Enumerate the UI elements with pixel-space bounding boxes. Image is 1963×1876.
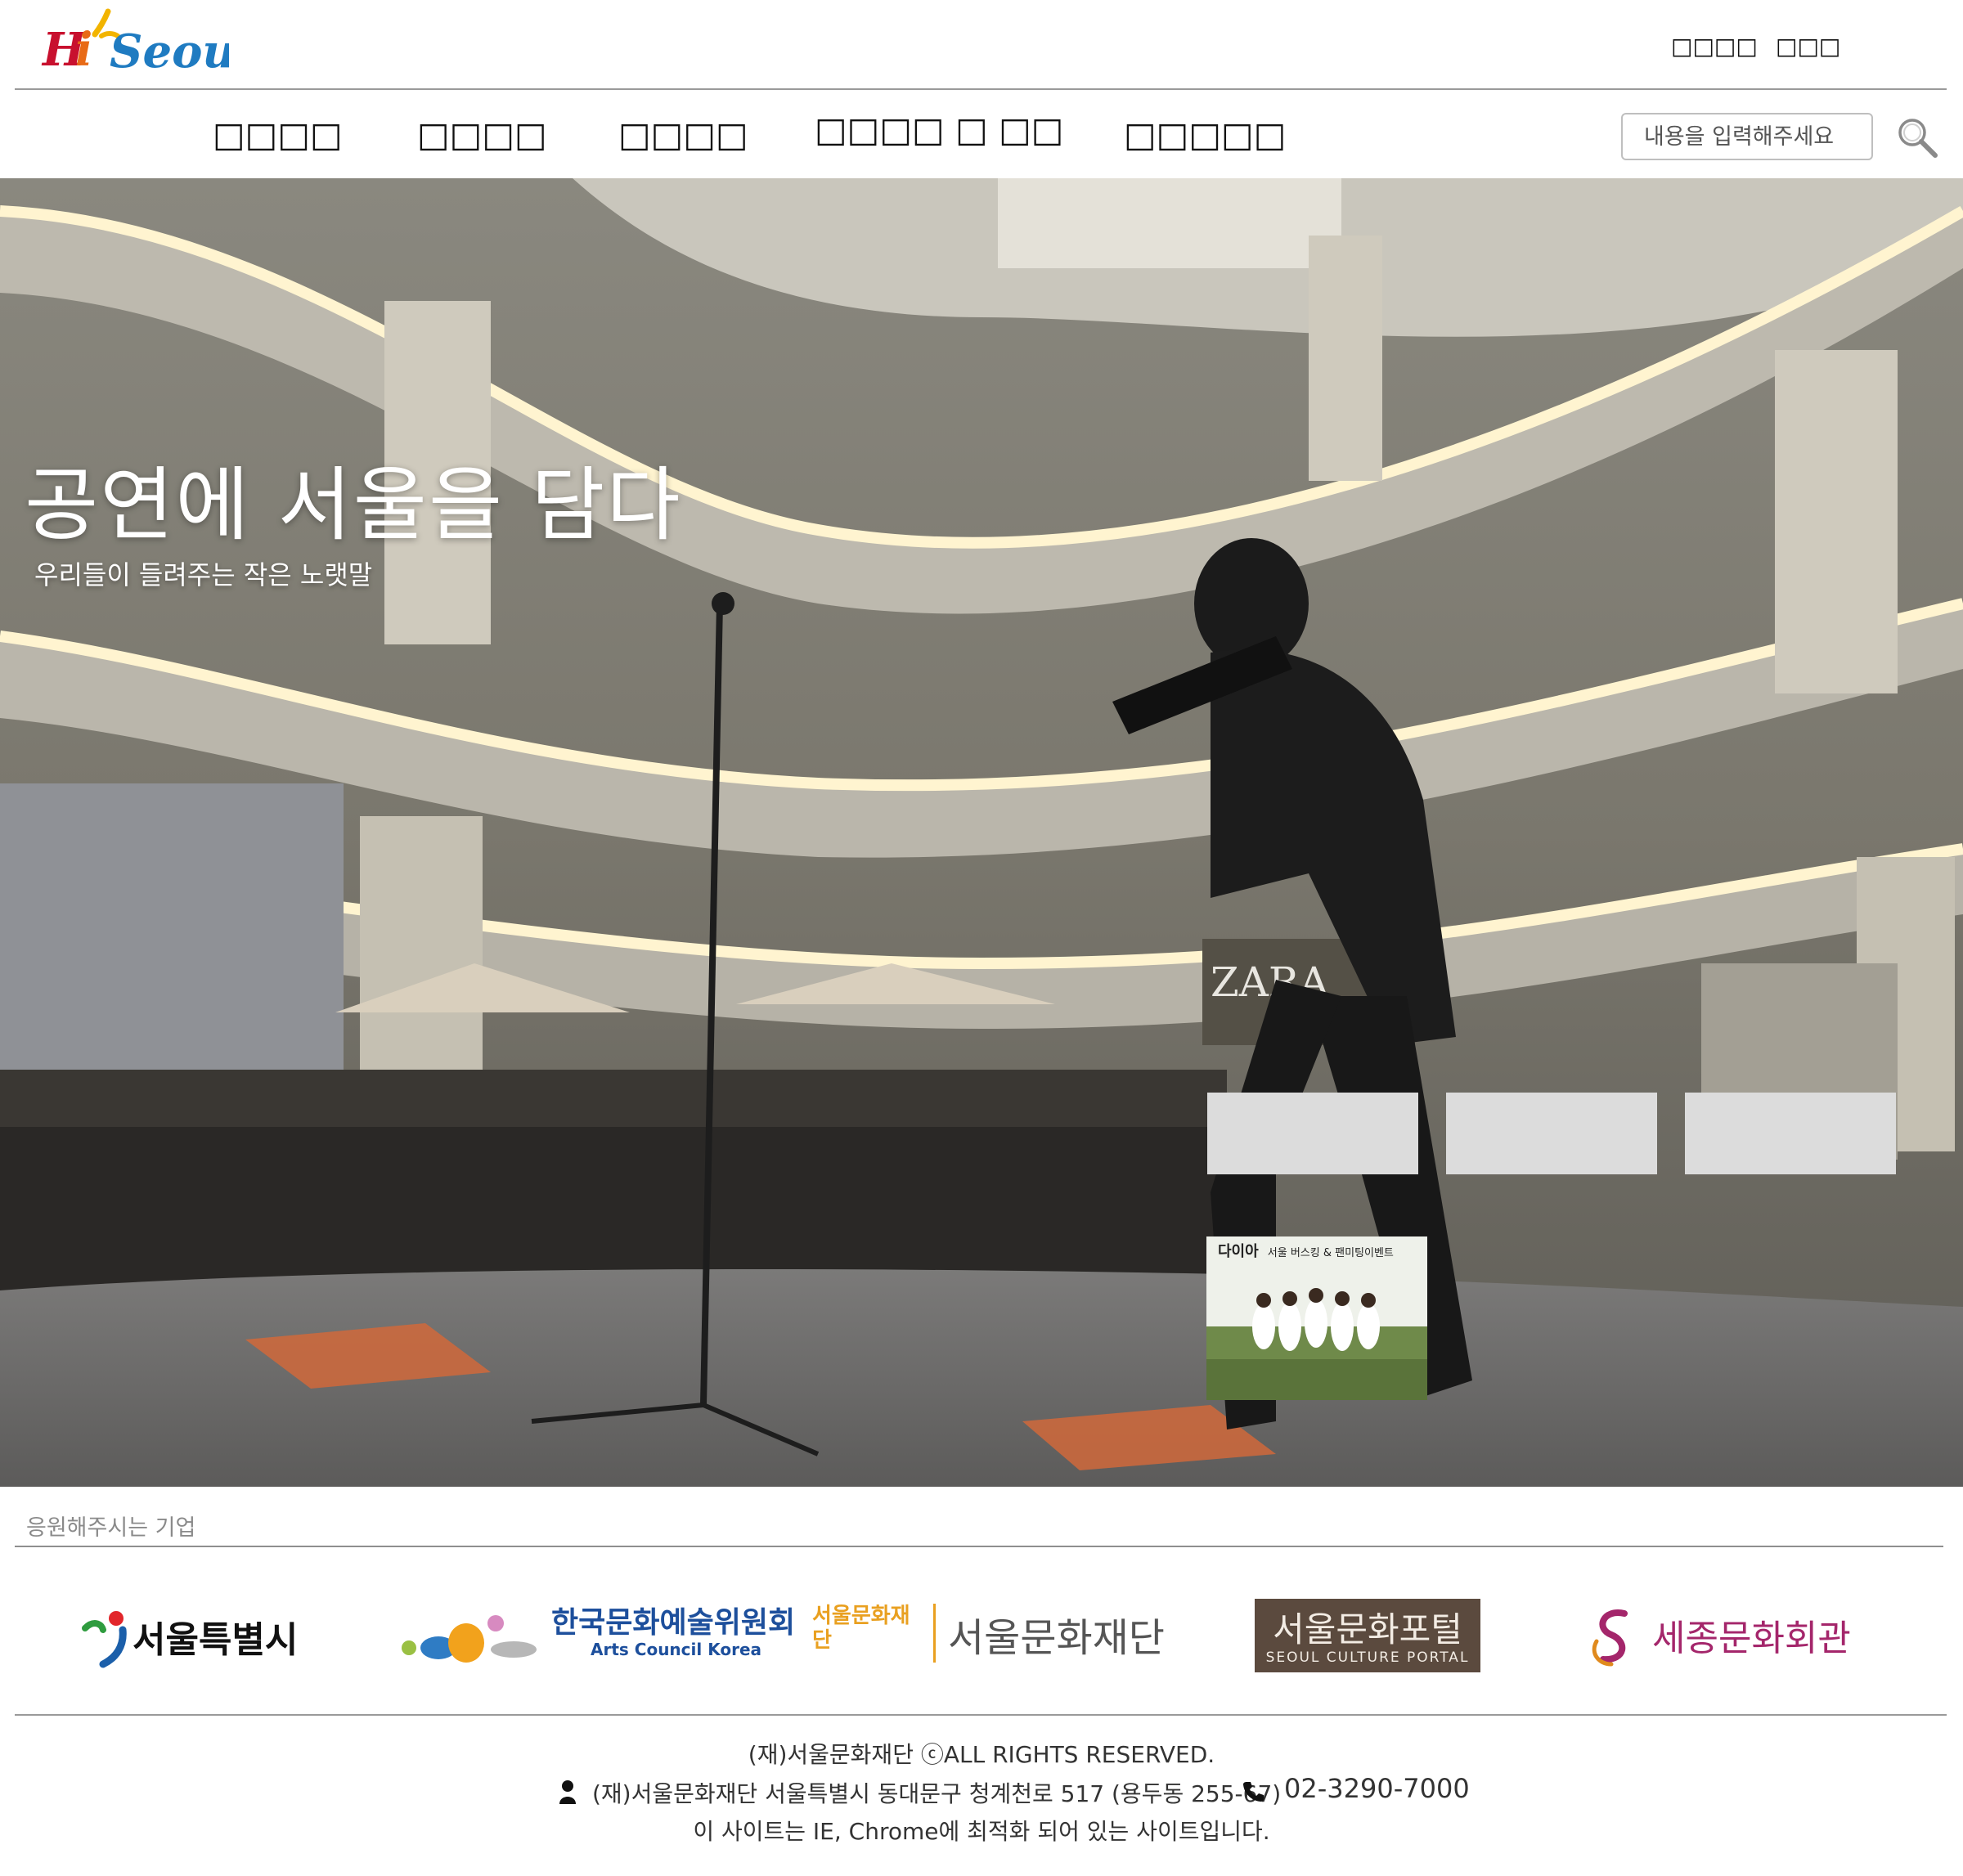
nav-item-4[interactable]: □□□□ □ □□ [815,110,1063,150]
hero-tile-1[interactable] [1207,1093,1418,1174]
seoul-city-emblem-icon [82,1611,127,1668]
sponsor-logo-sejong[interactable]: 세종문화회관 [1587,1599,1865,1672]
nav-item-3[interactable]: □□□□ [618,114,748,155]
arts-council-mark-icon [402,1615,537,1663]
sponsor-logo-arts-council[interactable]: 한국문화예술위원회 Arts Council Korea [399,1599,795,1672]
nav-item-5[interactable]: □□□□□ [1124,114,1286,155]
footer-divider [15,1714,1947,1716]
hero-banner: ZARA 공연에 서울을 담다 우리들이 들려주는 작은 노랫말 다이아 서울 … [0,178,1963,1487]
poster-image [1206,1236,1427,1400]
header-divider [15,88,1947,90]
sponsor-seoul-foundation-mark: 서울문화재단 [812,1604,910,1653]
hi-seoul-logo[interactable]: H i Seoul [41,7,253,80]
sponsor-arts-council-name: 한국문화예술위원회 [551,1606,796,1640]
sponsor-logo-seoul-foundation[interactable]: 서울문화재단 서울문화재단 [812,1599,1172,1672]
sejong-emblem-icon [1592,1609,1628,1667]
hero-subtitle: 우리들이 들려주는 작은 노랫말 [34,559,373,590]
sponsor-divider [15,1546,1943,1547]
event-poster[interactable]: 다이아 서울 버스킹 & 팬미팅이벤트 [1206,1236,1427,1400]
poster-subtitle-text: 서울 버스킹 & 팬미팅이벤트 [1267,1247,1394,1259]
nav-item-2[interactable]: □□□□ [417,114,547,155]
sponsor-separator [933,1604,936,1663]
svg-text:Seoul: Seoul [110,25,229,79]
poster-title-text: 다이아 [1218,1243,1259,1260]
footer-browser-notice: 이 사이트는 IE, Chrome에 최적화 되어 있는 사이트입니다. [693,1818,1270,1845]
footer-copyright: (재)서울문화재단 ⓒALL RIGHTS RESERVED. [748,1741,1215,1768]
footer-phone: 02-3290-7000 [1284,1773,1470,1804]
poster-title: 다이아 서울 버스킹 & 팬미팅이벤트 [1218,1240,1394,1261]
sponsor-culture-portal-sub: SEOUL CULTURE PORTAL [1265,1649,1470,1666]
hero-title: 공연에 서울을 담다 [25,459,682,552]
sponsor-logo-culture-portal[interactable]: 서울문화포털 SEOUL CULTURE PORTAL [1255,1599,1480,1672]
util-link-2[interactable]: □□□ [1776,33,1840,60]
sponsor-logo-seoul-city[interactable]: 서울특별시 [79,1599,308,1672]
sponsor-culture-portal-name: 서울문화포털 [1273,1609,1462,1649]
sponsor-sejong-name: 세종문화회관 [1652,1618,1851,1659]
search-button[interactable] [1894,114,1940,160]
util-link-1[interactable]: □□□□ [1671,33,1758,60]
search-input[interactable] [1621,113,1873,160]
nav-item-1[interactable]: □□□□ [213,114,343,155]
sponsor-arts-council-sub: Arts Council Korea [591,1640,762,1659]
hi-seoul-logo-mark: H i Seoul [41,8,253,79]
sponsor-section-label: 응원해주시는 기업 [26,1515,196,1541]
search-icon [1898,119,1938,158]
footer-address: (재)서울문화재단 서울특별시 동대문구 청계천로 517 (용두동 255-6… [592,1780,1282,1807]
svg-text:i: i [75,23,92,77]
sponsor-seoul-foundation-name: 서울문화재단 [948,1615,1165,1661]
person-icon [559,1780,576,1804]
hero-tile-2[interactable] [1446,1093,1657,1174]
hero-photo: ZARA [0,178,1963,1487]
phone-icon [1243,1782,1264,1802]
hero-tile-3[interactable] [1685,1093,1896,1174]
sponsor-seoul-city-name: 서울특별시 [133,1619,299,1661]
